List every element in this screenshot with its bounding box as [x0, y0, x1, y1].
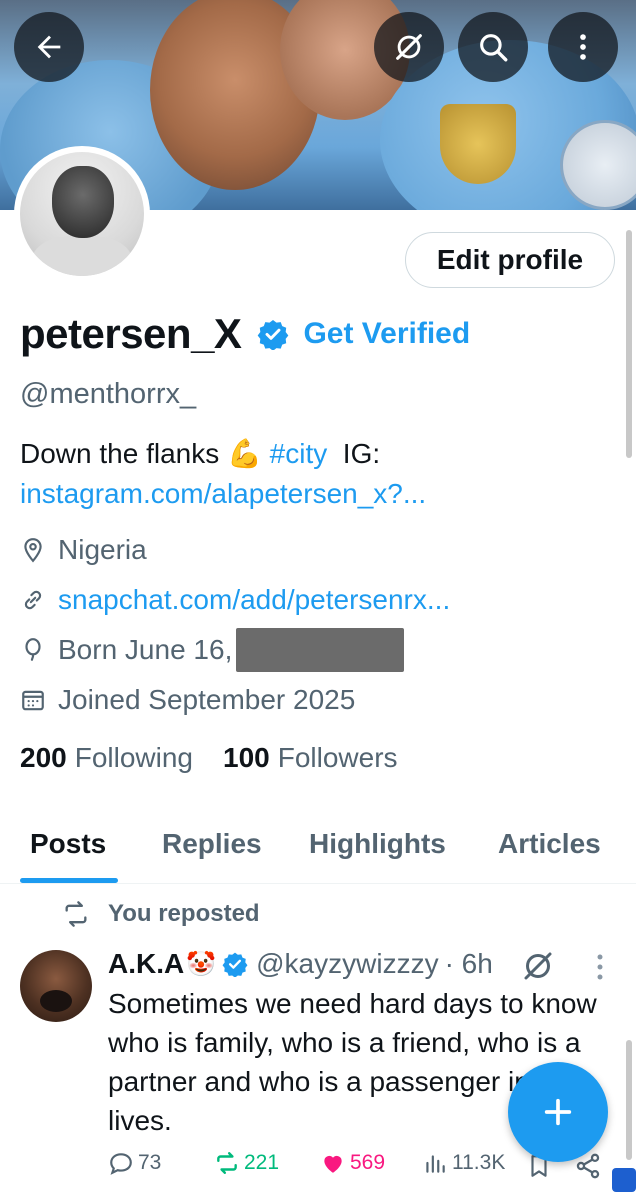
search-icon — [480, 34, 508, 62]
views-button[interactable]: 11.3K — [422, 1150, 505, 1176]
more-options-button[interactable] — [548, 12, 618, 82]
post-more-icon[interactable] — [592, 952, 608, 982]
compose-post-button[interactable] — [508, 1062, 608, 1162]
redacted-birth-year — [236, 628, 405, 672]
calendar-icon — [22, 690, 44, 711]
tab-highlights[interactable]: Highlights — [309, 828, 446, 860]
scrollbar-thumb-lower[interactable] — [626, 1040, 632, 1160]
bio-text: Down the flanks — [20, 438, 220, 469]
profile-bio: Down the flanks 💪 #city IG: instagram.co… — [20, 434, 620, 514]
follow-counts: 200 Following 100 Followers — [20, 742, 428, 774]
verified-badge-icon — [258, 320, 289, 350]
bio-instagram-link[interactable]: instagram.com/alapetersen_x?... — [20, 478, 426, 509]
website-row: snapchat.com/add/petersenrx... — [20, 584, 450, 616]
edit-profile-button[interactable]: Edit profile — [405, 232, 615, 288]
back-button[interactable] — [14, 12, 84, 82]
views-count: 11.3K — [452, 1151, 506, 1174]
grok-button[interactable] — [374, 12, 444, 82]
arrow-left-icon — [37, 35, 61, 59]
repost-icon — [65, 901, 87, 927]
post-header: A.K.A 🤡 @kayzywizzzy · 6h — [108, 948, 493, 980]
get-verified-link[interactable]: Get Verified — [303, 317, 470, 351]
active-tab-indicator — [20, 878, 118, 883]
tab-replies[interactable]: Replies — [162, 828, 262, 860]
website-link[interactable]: snapchat.com/add/petersenrx... — [58, 584, 450, 616]
repost-icon — [217, 1152, 237, 1174]
heart-filled-icon — [324, 1155, 342, 1173]
link-icon — [24, 590, 42, 610]
birthday-text: Born June 16, — [58, 634, 233, 665]
following-link[interactable]: 200 Following — [20, 742, 193, 774]
name-row: petersen_X Get Verified — [20, 310, 470, 358]
grok-icon[interactable] — [520, 948, 556, 984]
scrollbar-thumb[interactable] — [626, 230, 632, 458]
post-author-handle[interactable]: @kayzywizzzy — [256, 948, 438, 980]
tab-posts[interactable]: Posts — [30, 828, 106, 860]
verified-badge-icon — [222, 952, 248, 977]
bio-ig-label: IG: — [342, 438, 381, 469]
reply-button[interactable]: 73 — [108, 1150, 161, 1176]
profile-tabs: Posts Replies Highlights Articles — [0, 812, 636, 884]
more-vertical-icon — [580, 34, 586, 60]
joined-text: Joined September 2025 — [58, 684, 356, 715]
location-pin-icon — [24, 538, 42, 563]
joined-row: Joined September 2025 — [20, 684, 355, 716]
tab-articles[interactable]: Articles — [498, 828, 601, 860]
notification-corner-icon — [612, 1168, 636, 1192]
repost-indicator: You reposted — [62, 900, 260, 928]
like-count: 569 — [350, 1151, 386, 1174]
location-text: Nigeria — [58, 534, 147, 565]
bio-hashtag-link[interactable]: #city — [270, 438, 328, 469]
location-row: Nigeria — [20, 534, 147, 566]
views-bar-chart-icon — [426, 1155, 445, 1173]
reply-count: 73 — [138, 1151, 162, 1174]
clown-emoji: 🤡 — [186, 950, 217, 978]
grok-icon — [396, 34, 422, 60]
followers-link[interactable]: 100 Followers — [223, 742, 398, 774]
reply-icon — [110, 1153, 132, 1175]
plus-icon — [544, 1098, 572, 1126]
post-author-name[interactable]: A.K.A — [108, 948, 184, 980]
search-button[interactable] — [458, 12, 528, 82]
post-author-avatar[interactable] — [20, 950, 92, 1022]
balloon-icon — [25, 638, 41, 661]
repost-button[interactable]: 221 — [214, 1150, 279, 1176]
birthday-row: Born June 16, — [20, 628, 405, 672]
post-timestamp[interactable]: · 6h — [445, 948, 493, 980]
user-handle: @menthorrx_ — [20, 378, 197, 410]
display-name: petersen_X — [20, 310, 242, 357]
repost-count: 221 — [244, 1151, 280, 1174]
like-button[interactable]: 569 — [320, 1150, 385, 1176]
repost-label: You reposted — [108, 900, 260, 927]
flexed-biceps-emoji: 💪 — [227, 438, 262, 469]
profile-avatar[interactable] — [14, 146, 150, 282]
